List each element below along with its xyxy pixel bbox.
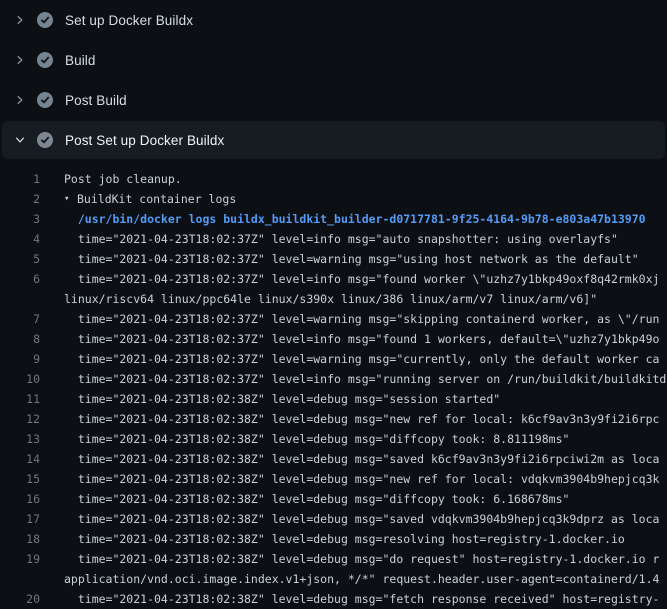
step-label: Post Build (65, 93, 127, 108)
line-number[interactable]: 10 (0, 369, 40, 389)
log-text: time="2021-04-23T18:02:37Z" level=warnin… (64, 249, 639, 269)
log-text: time="2021-04-23T18:02:38Z" level=debug … (64, 529, 625, 549)
log-line: 10 time="2021-04-23T18:02:37Z" level=inf… (0, 369, 667, 389)
log-line: 13 time="2021-04-23T18:02:38Z" level=deb… (0, 429, 667, 449)
step-label: Set up Docker Buildx (65, 13, 193, 28)
log-text: time="2021-04-23T18:02:37Z" level=info m… (64, 329, 659, 349)
log-text: time="2021-04-23T18:02:38Z" level=debug … (64, 469, 659, 489)
log-viewer: 1 Post job cleanup. 2 ▾ BuildKit contain… (0, 169, 667, 609)
log-line: 5 time="2021-04-23T18:02:37Z" level=warn… (0, 249, 667, 269)
log-text: linux/riscv64 linux/ppc64le linux/s390x … (64, 289, 597, 309)
log-line: 14 time="2021-04-23T18:02:38Z" level=deb… (0, 449, 667, 469)
log-text: time="2021-04-23T18:02:38Z" level=debug … (64, 389, 500, 409)
log-text: application/vnd.oci.image.index.v1+json,… (64, 569, 659, 589)
line-number[interactable]: 7 (0, 309, 40, 329)
line-number[interactable]: 18 (0, 529, 40, 549)
log-line: 18 time="2021-04-23T18:02:38Z" level=deb… (0, 529, 667, 549)
log-text: time="2021-04-23T18:02:37Z" level=info m… (64, 229, 618, 249)
steps-list: Set up Docker Buildx Build Post Build Po… (0, 0, 667, 159)
line-number[interactable]: 13 (0, 429, 40, 449)
log-line: 19 time="2021-04-23T18:02:38Z" level=deb… (0, 549, 667, 569)
log-text: time="2021-04-23T18:02:38Z" level=debug … (64, 449, 659, 469)
line-number[interactable]: 11 (0, 389, 40, 409)
log-text: time="2021-04-23T18:02:38Z" level=debug … (64, 489, 569, 509)
log-command-text: /usr/bin/docker logs buildx_buildkit_bui… (64, 209, 646, 229)
log-line: 20 time="2021-04-23T18:02:38Z" level=deb… (0, 589, 667, 609)
line-number[interactable]: 2 (0, 189, 40, 209)
check-circle-icon (37, 92, 53, 108)
line-number[interactable]: 9 (0, 349, 40, 369)
chevron-right-icon[interactable] (12, 92, 28, 108)
line-number[interactable]: 19 (0, 549, 40, 569)
line-number[interactable]: 20 (0, 589, 40, 609)
line-number[interactable]: 15 (0, 469, 40, 489)
log-line: 3 /usr/bin/docker logs buildx_buildkit_b… (0, 209, 667, 229)
line-number[interactable]: 16 (0, 489, 40, 509)
log-line: 11 time="2021-04-23T18:02:38Z" level=deb… (0, 389, 667, 409)
line-number (0, 569, 40, 589)
log-text: time="2021-04-23T18:02:37Z" level=info m… (64, 269, 659, 289)
chevron-down-icon[interactable] (12, 132, 28, 148)
log-line: 12 time="2021-04-23T18:02:38Z" level=deb… (0, 409, 667, 429)
line-number (0, 289, 40, 309)
log-text: time="2021-04-23T18:02:37Z" level=info m… (64, 369, 666, 389)
check-circle-icon (37, 12, 53, 28)
log-line-continuation: application/vnd.oci.image.index.v1+json,… (0, 569, 667, 589)
log-line: 8 time="2021-04-23T18:02:37Z" level=info… (0, 329, 667, 349)
line-number[interactable]: 4 (0, 229, 40, 249)
line-number[interactable]: 14 (0, 449, 40, 469)
log-line: 15 time="2021-04-23T18:02:38Z" level=deb… (0, 469, 667, 489)
group-collapse-icon[interactable]: ▾ (64, 189, 77, 209)
chevron-right-icon[interactable] (12, 52, 28, 68)
log-line-group: 2 ▾ BuildKit container logs (0, 189, 667, 209)
log-line: 4 time="2021-04-23T18:02:37Z" level=info… (0, 229, 667, 249)
log-line: 7 time="2021-04-23T18:02:37Z" level=warn… (0, 309, 667, 329)
log-line: 9 time="2021-04-23T18:02:37Z" level=warn… (0, 349, 667, 369)
line-number[interactable]: 8 (0, 329, 40, 349)
chevron-right-icon[interactable] (12, 12, 28, 28)
log-text: time="2021-04-23T18:02:38Z" level=debug … (64, 429, 569, 449)
line-number[interactable]: 6 (0, 269, 40, 289)
line-number[interactable]: 5 (0, 249, 40, 269)
log-line: 17 time="2021-04-23T18:02:38Z" level=deb… (0, 509, 667, 529)
step-build[interactable]: Build (0, 40, 667, 80)
line-number[interactable]: 1 (0, 169, 40, 189)
step-set-up-docker-buildx[interactable]: Set up Docker Buildx (0, 0, 667, 40)
log-text: time="2021-04-23T18:02:38Z" level=debug … (64, 409, 659, 429)
log-line-continuation: linux/riscv64 linux/ppc64le linux/s390x … (0, 289, 667, 309)
check-circle-icon (37, 52, 53, 68)
line-number[interactable]: 17 (0, 509, 40, 529)
log-text: time="2021-04-23T18:02:37Z" level=warnin… (64, 349, 659, 369)
check-circle-icon (37, 132, 53, 148)
log-line: 1 Post job cleanup. (0, 169, 667, 189)
log-line: 16 time="2021-04-23T18:02:38Z" level=deb… (0, 489, 667, 509)
log-text: time="2021-04-23T18:02:38Z" level=debug … (64, 549, 659, 569)
step-post-set-up-docker-buildx[interactable]: Post Set up Docker Buildx (2, 121, 665, 159)
log-group-title[interactable]: BuildKit container logs (77, 189, 236, 209)
step-label: Post Set up Docker Buildx (65, 133, 224, 148)
line-number[interactable]: 3 (0, 209, 40, 229)
log-text: time="2021-04-23T18:02:38Z" level=debug … (64, 509, 659, 529)
step-post-build[interactable]: Post Build (0, 80, 667, 120)
log-text: Post job cleanup. (64, 169, 182, 189)
log-line: 6 time="2021-04-23T18:02:37Z" level=info… (0, 269, 667, 289)
step-label: Build (65, 53, 96, 68)
log-text: time="2021-04-23T18:02:37Z" level=warnin… (64, 309, 659, 329)
log-text: time="2021-04-23T18:02:38Z" level=debug … (64, 589, 659, 609)
line-number[interactable]: 12 (0, 409, 40, 429)
